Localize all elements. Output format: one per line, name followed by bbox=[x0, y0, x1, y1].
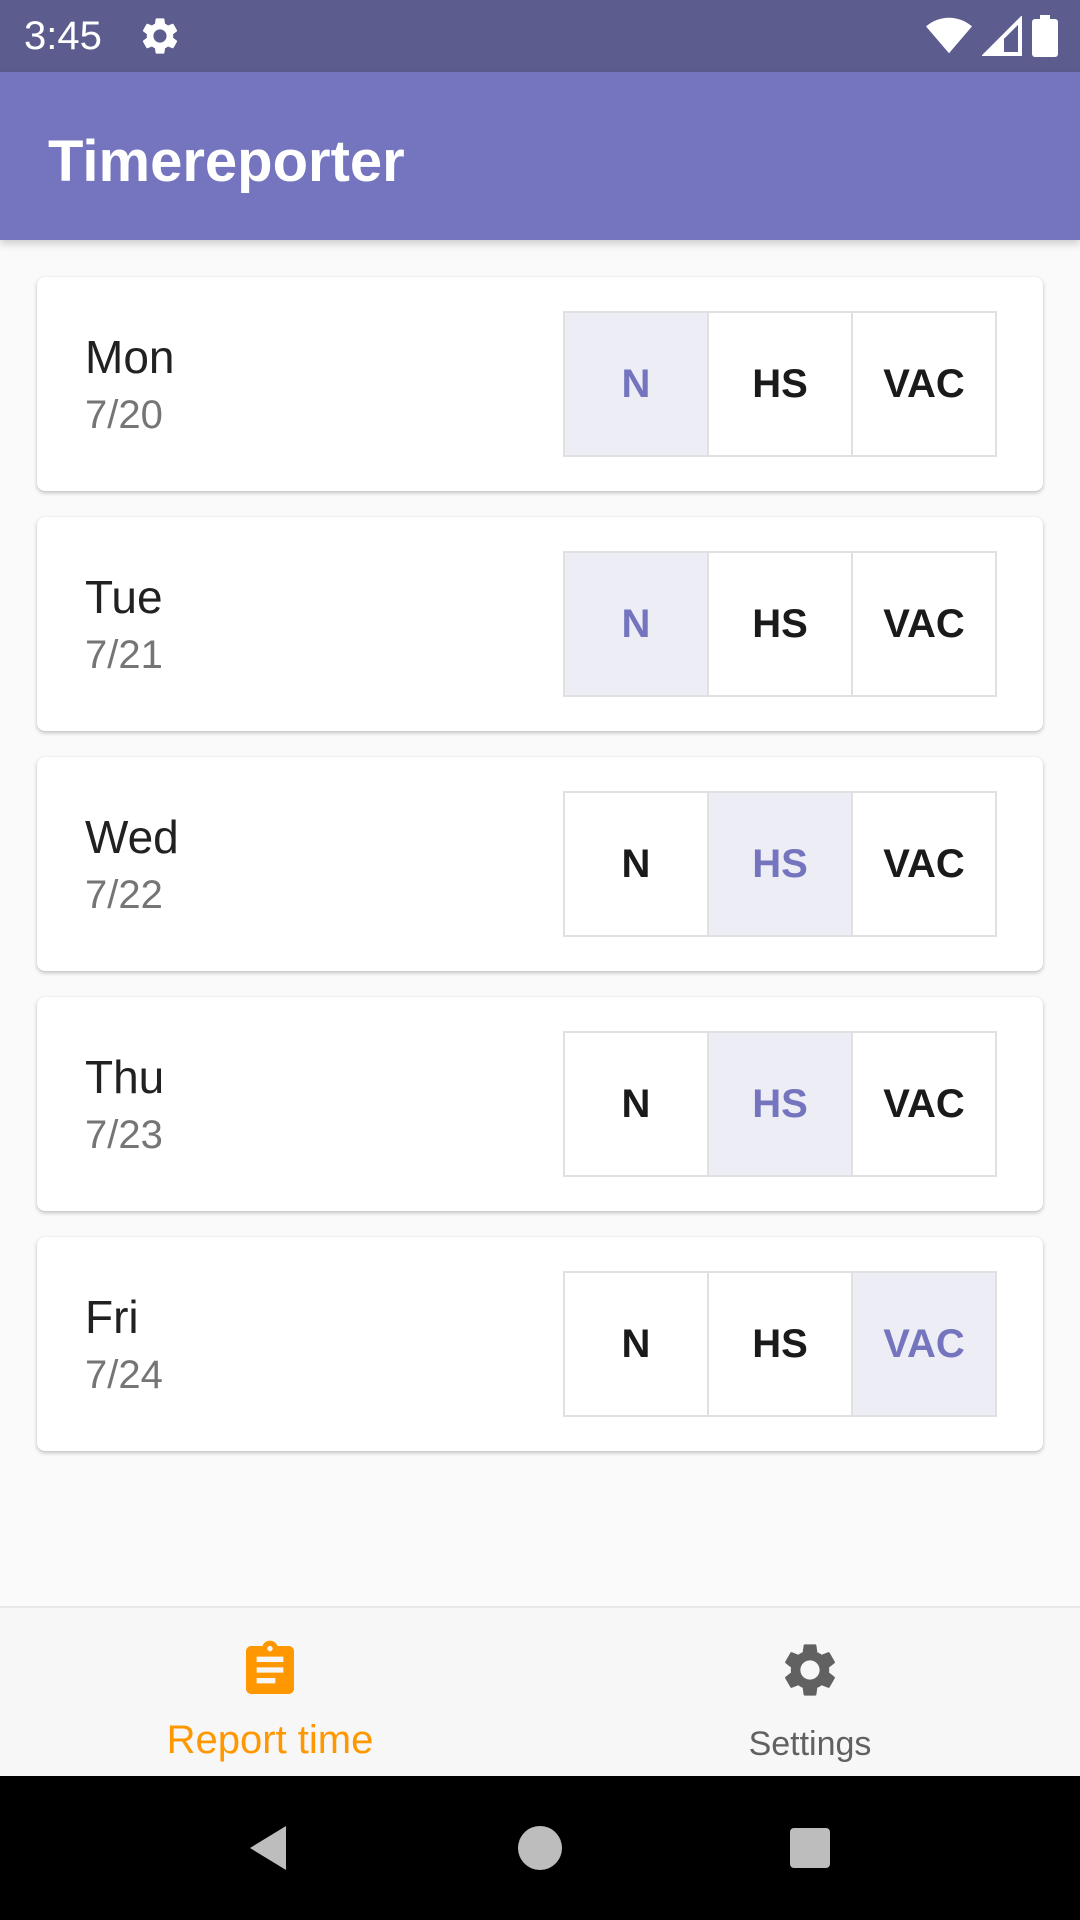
day-list: Mon 7/20 N HS VAC Tue 7/21 N HS VAC Wed … bbox=[37, 277, 1043, 1477]
day-date: 7/23 bbox=[85, 1113, 163, 1157]
day-date: 7/24 bbox=[85, 1353, 163, 1397]
day-name: Wed bbox=[85, 811, 179, 863]
toggle-n[interactable]: N bbox=[565, 1033, 707, 1175]
toggle-n[interactable]: N bbox=[565, 793, 707, 935]
status-bar: 3:45 bbox=[0, 0, 1080, 72]
nav-label-report-time: Report time bbox=[166, 1718, 374, 1762]
toggle-hs[interactable]: HS bbox=[707, 1273, 851, 1415]
day-type-toggle-group: N HS VAC bbox=[563, 791, 997, 937]
page-title: Timereporter bbox=[48, 129, 405, 194]
toggle-vac[interactable]: VAC bbox=[851, 1273, 995, 1415]
day-card-wed: Wed 7/22 N HS VAC bbox=[37, 757, 1043, 971]
day-card-fri: Fri 7/24 N HS VAC bbox=[37, 1237, 1043, 1451]
bottom-nav: Report time Settings bbox=[0, 1606, 1080, 1778]
toggle-vac[interactable]: VAC bbox=[851, 1033, 995, 1175]
day-name: Mon bbox=[85, 331, 175, 383]
day-name: Fri bbox=[85, 1291, 139, 1343]
battery-icon bbox=[1032, 15, 1058, 57]
home-icon[interactable] bbox=[514, 1822, 566, 1874]
gear-icon bbox=[785, 1644, 835, 1696]
day-type-toggle-group: N HS VAC bbox=[563, 311, 997, 457]
system-nav-bar bbox=[0, 1776, 1080, 1920]
day-card-mon: Mon 7/20 N HS VAC bbox=[37, 277, 1043, 491]
status-time: 3:45 bbox=[24, 14, 102, 58]
toggle-hs[interactable]: HS bbox=[707, 313, 851, 455]
day-type-toggle-group: N HS VAC bbox=[563, 551, 997, 697]
signal-icon bbox=[982, 16, 1022, 56]
day-date: 7/20 bbox=[85, 393, 163, 437]
day-date: 7/22 bbox=[85, 873, 163, 917]
toggle-vac[interactable]: VAC bbox=[851, 793, 995, 935]
toggle-n[interactable]: N bbox=[565, 1273, 707, 1415]
toggle-hs[interactable]: HS bbox=[707, 793, 851, 935]
day-name: Thu bbox=[85, 1051, 165, 1103]
nav-item-settings[interactable]: Settings bbox=[540, 1608, 1080, 1778]
toggle-hs[interactable]: HS bbox=[707, 1033, 851, 1175]
toggle-n[interactable]: N bbox=[565, 313, 707, 455]
toggle-hs[interactable]: HS bbox=[707, 553, 851, 695]
toggle-vac[interactable]: VAC bbox=[851, 553, 995, 695]
day-card-tue: Tue 7/21 N HS VAC bbox=[37, 517, 1043, 731]
nav-item-report-time[interactable]: Report time bbox=[0, 1608, 540, 1778]
recents-icon[interactable] bbox=[784, 1822, 836, 1874]
day-type-toggle-group: N HS VAC bbox=[563, 1271, 997, 1417]
wifi-icon bbox=[926, 17, 972, 54]
app-bar: Timereporter bbox=[0, 72, 1080, 240]
toggle-vac[interactable]: VAC bbox=[851, 313, 995, 455]
toggle-n[interactable]: N bbox=[565, 553, 707, 695]
day-card-thu: Thu 7/23 N HS VAC bbox=[37, 997, 1043, 1211]
status-icons bbox=[926, 14, 1058, 58]
nav-label-settings: Settings bbox=[748, 1725, 872, 1763]
day-type-toggle-group: N HS VAC bbox=[563, 1031, 997, 1177]
settings-icon bbox=[142, 18, 178, 54]
clipboard-icon bbox=[246, 1640, 294, 1694]
day-name: Tue bbox=[85, 571, 163, 623]
back-icon[interactable] bbox=[242, 1822, 294, 1874]
day-date: 7/21 bbox=[85, 633, 163, 677]
